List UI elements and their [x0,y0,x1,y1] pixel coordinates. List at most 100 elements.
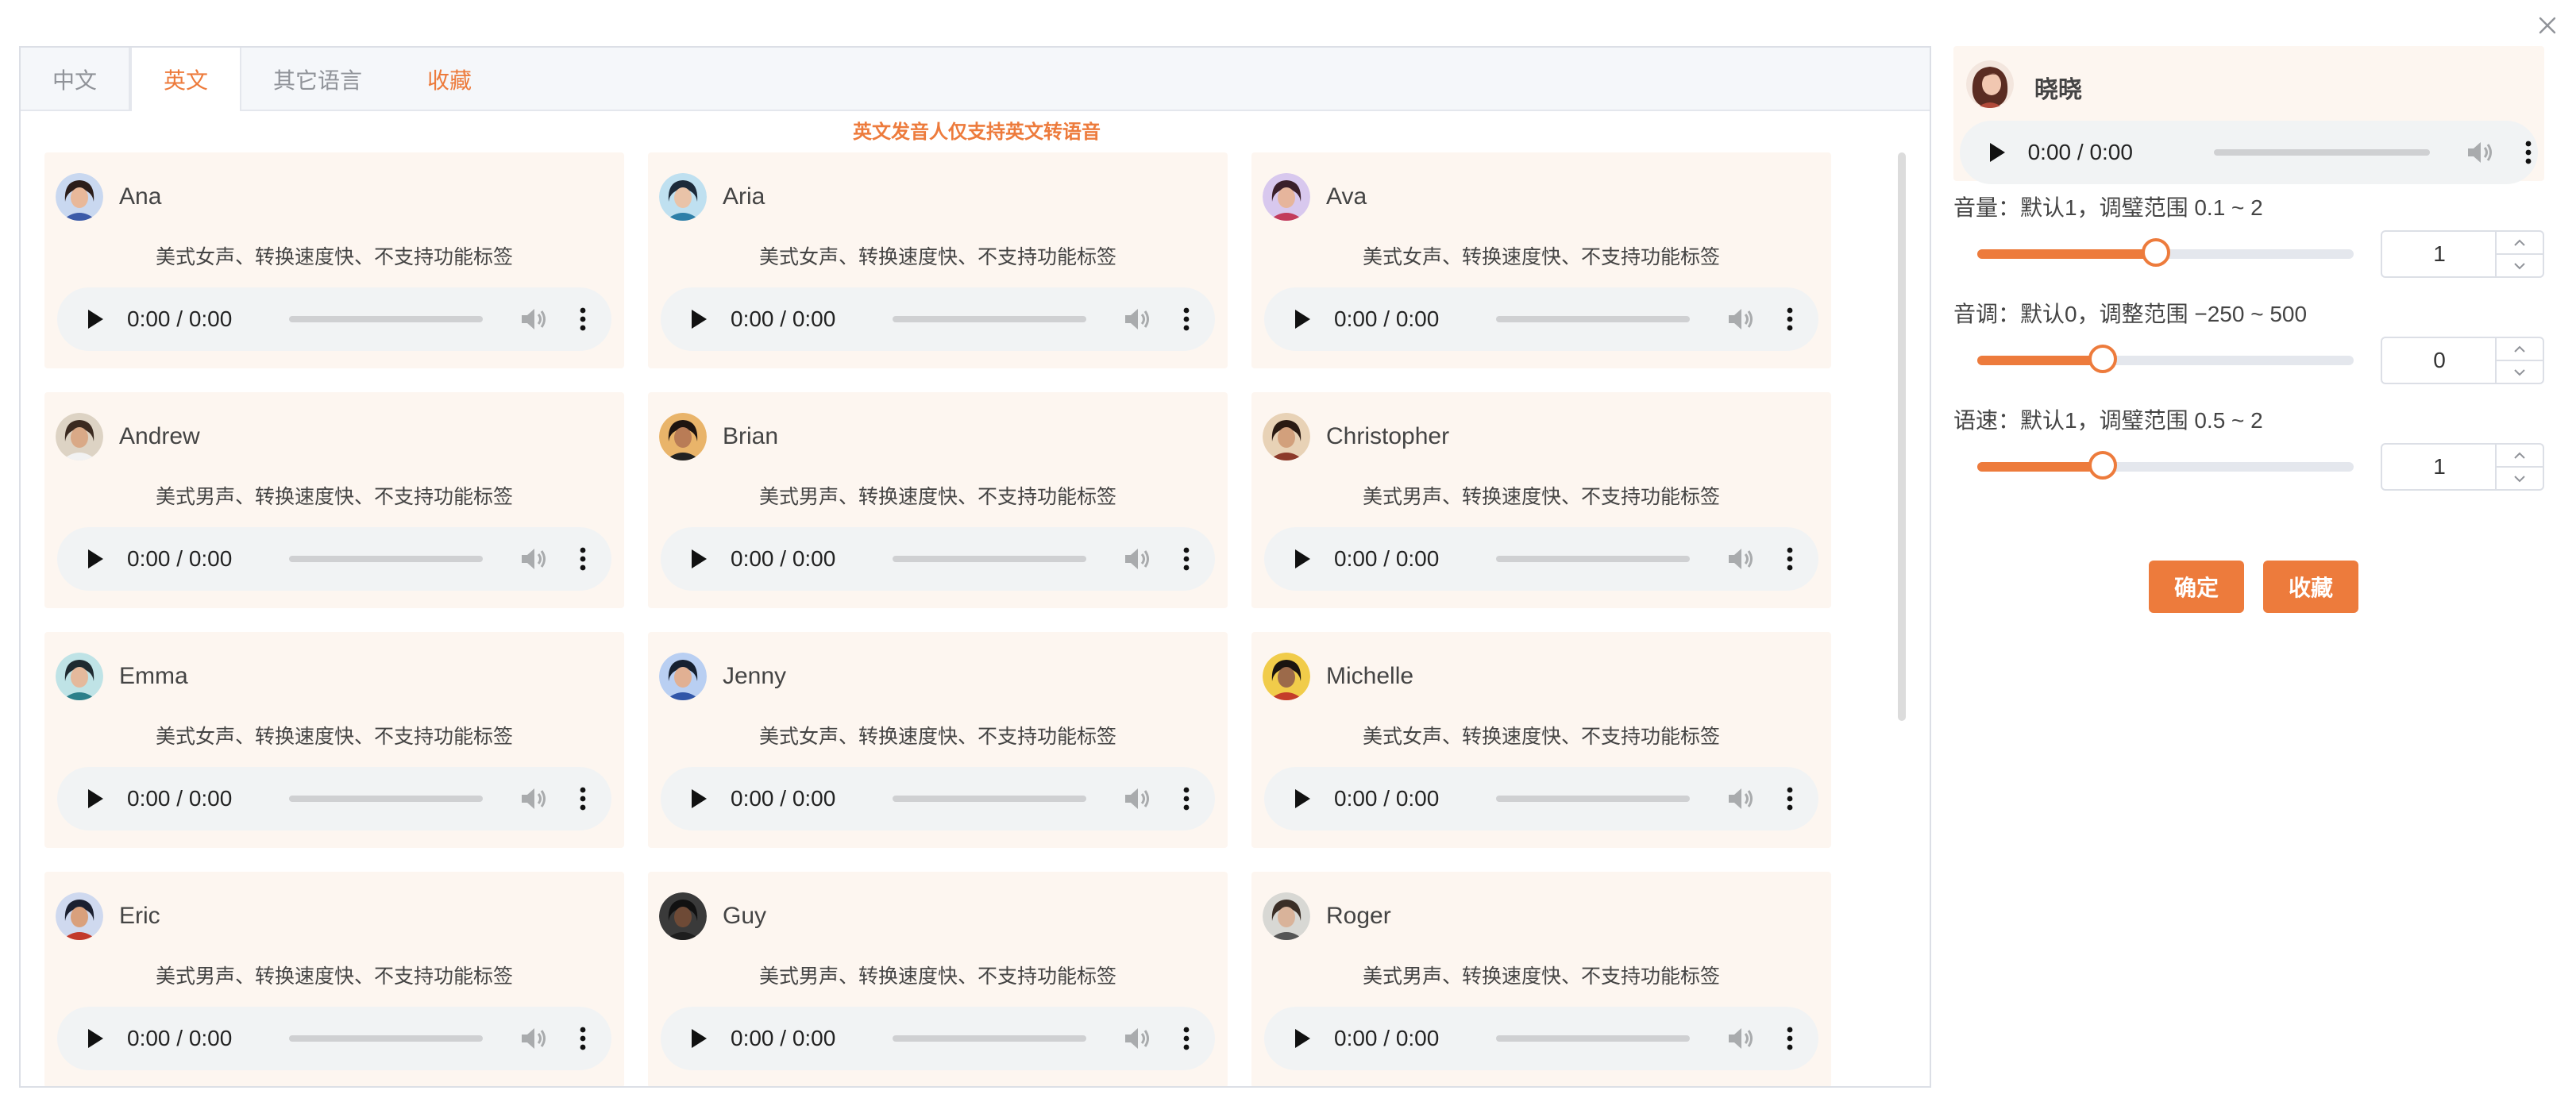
play-icon[interactable] [1271,287,1334,351]
audio-progress[interactable] [289,316,483,322]
volume-icon[interactable] [518,287,550,351]
volume-label: 音量：默认1，调璧范围 0.1 ~ 2 [1953,195,2263,220]
audio-progress[interactable] [289,1035,483,1042]
play-icon[interactable] [667,287,731,351]
volume-icon[interactable] [1121,287,1153,351]
voice-card[interactable]: Brian 美式男声、转换速度快、不支持功能标签 0:00 / 0:00 [648,392,1228,608]
more-vertical-icon[interactable] [1177,287,1196,351]
close-icon[interactable] [2532,10,2563,41]
voice-card[interactable]: Andrew 美式男声、转换速度快、不支持功能标签 0:00 / 0:00 [44,392,624,608]
more-vertical-icon[interactable] [573,287,592,351]
more-vertical-icon[interactable] [1177,767,1196,830]
chevron-up-icon[interactable] [2497,338,2543,361]
speed-value[interactable]: 1 [2382,445,2497,489]
tab-favorites[interactable]: 收藏 [395,48,505,111]
volume-icon[interactable] [2465,121,2496,184]
more-vertical-icon[interactable] [1780,1007,1799,1070]
more-vertical-icon[interactable] [1780,767,1799,830]
audio-progress[interactable] [893,556,1086,562]
voice-card[interactable]: Roger 美式男声、转换速度快、不支持功能标签 0:00 / 0:00 [1251,872,1831,1086]
voice-card[interactable]: Ana 美式女声、转换速度快、不支持功能标签 0:00 / 0:00 [44,152,624,368]
volume-slider[interactable] [1977,238,2354,267]
more-vertical-icon[interactable] [1780,287,1799,351]
more-vertical-icon[interactable] [573,1007,592,1070]
voice-card-header: Brian [659,413,778,460]
play-icon[interactable] [64,287,127,351]
voice-card[interactable]: Aria 美式女声、转换速度快、不支持功能标签 0:00 / 0:00 [648,152,1228,368]
play-icon[interactable] [1271,1007,1334,1070]
audio-progress[interactable] [289,796,483,802]
confirm-button[interactable]: 确定 [2149,561,2244,613]
pitch-slider-thumb[interactable] [2088,345,2117,373]
audio-progress[interactable] [893,316,1086,322]
play-icon[interactable] [1271,527,1334,591]
more-vertical-icon[interactable] [1177,1007,1196,1070]
more-vertical-icon[interactable] [573,767,592,830]
volume-icon[interactable] [1725,287,1757,351]
audio-time: 0:00 / 0:00 [1334,786,1440,811]
volume-icon[interactable] [1725,767,1757,830]
audio-player: 0:00 / 0:00 [1264,527,1818,591]
audio-progress[interactable] [893,1035,1086,1042]
tab-chinese[interactable]: 中文 [21,48,131,111]
more-vertical-icon[interactable] [1780,527,1799,591]
audio-progress[interactable] [1496,556,1690,562]
audio-progress[interactable] [2214,149,2430,156]
volume-icon[interactable] [518,767,550,830]
pitch-slider[interactable] [1977,345,2354,373]
audio-progress[interactable] [893,796,1086,802]
volume-slider-thumb[interactable] [2141,238,2170,267]
volume-icon[interactable] [1121,767,1153,830]
pitch-stepper[interactable]: 0 [2381,337,2544,384]
chevron-down-icon[interactable] [2497,255,2543,276]
voice-card[interactable]: Eric 美式男声、转换速度快、不支持功能标签 0:00 / 0:00 [44,872,624,1086]
pitch-value[interactable]: 0 [2382,338,2497,383]
tab-other-languages[interactable]: 其它语言 [241,48,395,111]
audio-progress[interactable] [1496,316,1690,322]
chevron-up-icon[interactable] [2497,445,2543,468]
chevron-up-icon[interactable] [2497,232,2543,255]
voice-card[interactable]: Christopher 美式男声、转换速度快、不支持功能标签 0:00 / 0:00 [1251,392,1831,608]
chevron-down-icon[interactable] [2497,361,2543,383]
more-vertical-icon[interactable] [573,527,592,591]
volume-icon[interactable] [518,527,550,591]
speed-slider-thumb[interactable] [2088,451,2117,480]
selected-voice: 晓晓 0:00 / 0:00 [1953,46,2544,184]
voice-card[interactable]: Jenny 美式女声、转换速度快、不支持功能标签 0:00 / 0:00 [648,632,1228,848]
voice-name: Jenny [723,663,787,689]
play-icon[interactable] [1271,767,1334,830]
tab-english[interactable]: 英文 [130,48,242,111]
play-icon[interactable] [667,527,731,591]
voice-card[interactable]: Michelle 美式女声、转换速度快、不支持功能标签 0:00 / 0:00 [1251,632,1831,848]
play-icon[interactable] [1966,121,2028,184]
volume-value[interactable]: 1 [2382,232,2497,276]
play-icon[interactable] [667,767,731,830]
voice-card[interactable]: Guy 美式男声、转换速度快、不支持功能标签 0:00 / 0:00 [648,872,1228,1086]
volume-icon[interactable] [1725,527,1757,591]
chevron-down-icon[interactable] [2497,468,2543,489]
more-vertical-icon[interactable] [2520,121,2538,184]
voice-card[interactable]: Emma 美式女声、转换速度快、不支持功能标签 0:00 / 0:00 [44,632,624,848]
speed-slider[interactable] [1977,451,2354,480]
play-icon[interactable] [64,527,127,591]
volume-icon[interactable] [1121,527,1153,591]
audio-progress[interactable] [1496,796,1690,802]
voice-description: 美式女声、转换速度快、不支持功能标签 [758,246,1116,268]
voice-name: Brian [723,423,779,449]
play-icon[interactable] [64,767,127,830]
voice-card[interactable]: Ava 美式女声、转换速度快、不支持功能标签 0:00 / 0:00 [1251,152,1831,368]
favorite-button[interactable]: 收藏 [2263,561,2358,613]
more-vertical-icon[interactable] [1177,527,1196,591]
audio-progress[interactable] [1496,1035,1690,1042]
play-icon[interactable] [64,1007,127,1070]
speed-stepper[interactable]: 1 [2381,443,2544,491]
volume-icon[interactable] [1121,1007,1153,1070]
volume-stepper[interactable]: 1 [2381,230,2544,278]
voice-name: Andrew [119,423,200,449]
volume-icon[interactable] [1725,1007,1757,1070]
voice-card-header: Roger [1263,892,1391,940]
play-icon[interactable] [667,1007,731,1070]
audio-progress[interactable] [289,556,483,562]
volume-icon[interactable] [518,1007,550,1070]
scrollbar[interactable] [1898,152,1906,721]
